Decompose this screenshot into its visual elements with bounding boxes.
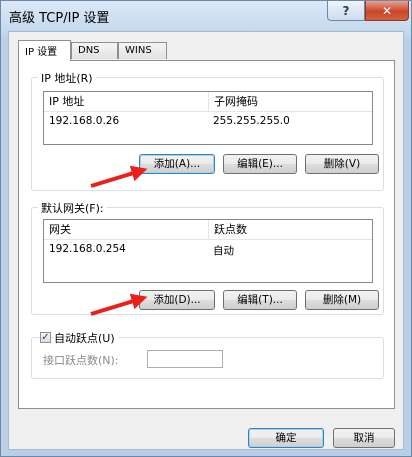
interface-metric-field[interactable]	[147, 350, 223, 368]
dialog-window: 高级 TCP/IP 设置 ? ✕ IP 设置 DNS WINS IP 地址(R)	[0, 0, 412, 457]
ip-list-header: IP 地址 子网掩码	[44, 92, 372, 112]
gateway-delete-button[interactable]: 删除(M)	[305, 290, 379, 310]
help-button[interactable]: ?	[327, 1, 365, 21]
gateway-add-button[interactable]: 添加(D)...	[139, 290, 215, 310]
title-bar: 高级 TCP/IP 设置 ? ✕	[1, 1, 411, 31]
column-header-metric[interactable]: 跃点数	[208, 220, 372, 239]
gateway-list[interactable]: 网关 跃点数 192.168.0.254 自动	[43, 219, 373, 283]
ip-edit-button[interactable]: 编辑(E)...	[223, 154, 297, 174]
metric-value: 自动	[213, 245, 234, 257]
auto-metric-checkbox[interactable]: ✓	[40, 332, 51, 343]
ip-address-group-title: IP 地址(R)	[38, 70, 96, 86]
interface-metric-label: 接口跃点数(N):	[43, 354, 119, 367]
checkmark-icon: ✓	[41, 332, 50, 343]
tab-wins[interactable]: WINS	[118, 42, 167, 59]
gateway-edit-button[interactable]: 编辑(T)...	[223, 290, 297, 310]
tab-ip-settings-label: IP 设置	[25, 47, 58, 58]
window-title: 高级 TCP/IP 设置	[9, 11, 110, 26]
gateway-value: 192.168.0.254	[49, 243, 126, 255]
ok-button[interactable]: 确定	[248, 428, 324, 448]
close-icon: ✕	[381, 3, 393, 18]
gateway-list-header: 网关 跃点数	[44, 220, 372, 240]
subnet-mask-value: 255.255.255.0	[213, 115, 290, 127]
ip-add-button[interactable]: 添加(A)...	[139, 154, 215, 174]
cancel-button[interactable]: 取消	[333, 428, 395, 448]
column-header-ip[interactable]: IP 地址	[44, 92, 208, 111]
auto-metric-label[interactable]: 自动跃点(U)	[54, 330, 118, 346]
ip-settings-panel: IP 地址(R) IP 地址 子网掩码 192.168.0.26 255.255…	[18, 60, 395, 409]
default-gateway-group-title: 默认网关(F):	[38, 200, 107, 216]
tab-ip-settings[interactable]: IP 设置	[18, 40, 71, 61]
column-header-subnet[interactable]: 子网掩码	[208, 92, 372, 111]
ip-delete-button[interactable]: 删除(V)	[305, 154, 379, 174]
ip-address-list[interactable]: IP 地址 子网掩码 192.168.0.26 255.255.255.0	[43, 91, 373, 145]
close-button[interactable]: ✕	[365, 1, 409, 21]
tab-dns[interactable]: DNS	[71, 42, 118, 59]
help-icon: ?	[342, 3, 350, 18]
tab-dns-label: DNS	[78, 45, 100, 56]
tab-wins-label: WINS	[125, 45, 152, 56]
dialog-client: IP 设置 DNS WINS IP 地址(R) IP 地址 子网掩码 192.1…	[8, 31, 404, 450]
ip-address-value: 192.168.0.26	[49, 115, 120, 127]
column-header-gateway[interactable]: 网关	[44, 220, 208, 239]
